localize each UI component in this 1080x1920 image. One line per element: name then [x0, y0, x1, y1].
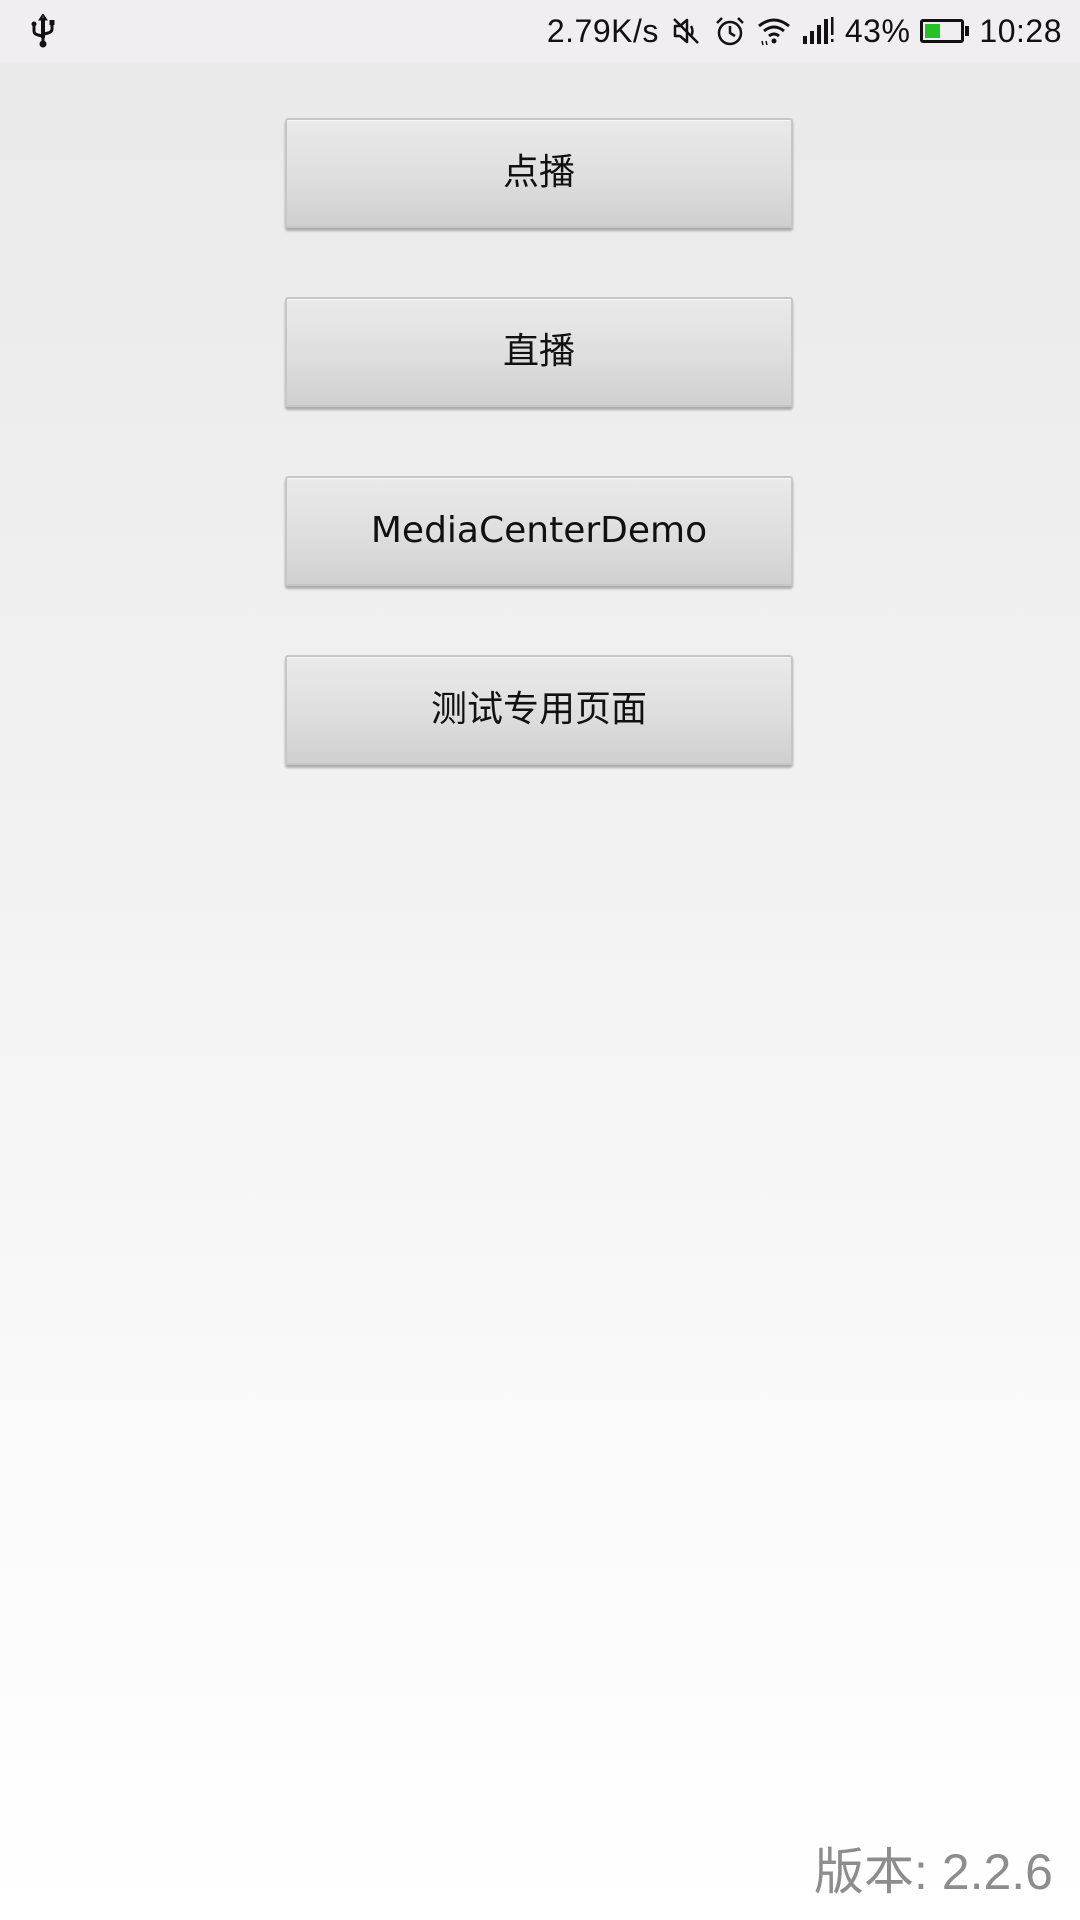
alarm-icon	[713, 14, 747, 48]
version-label: 版本: 2.2.6	[814, 1844, 1053, 1900]
usb-icon	[28, 12, 58, 50]
signal-icon	[801, 14, 835, 48]
network-speed: 2.79K/s	[546, 12, 659, 49]
status-indicators: 2.79K/s 43% 10:28	[547, 0, 1062, 62]
live-button[interactable]: 直播	[285, 297, 793, 407]
battery-percent: 43%	[844, 12, 911, 49]
media-center-demo-button[interactable]: MediaCenterDemo	[285, 476, 793, 586]
main-menu: 点播 直播 MediaCenterDemo 测试专用页面	[285, 118, 793, 834]
mute-icon	[669, 14, 703, 48]
battery-icon	[920, 19, 970, 43]
wifi-icon	[757, 14, 791, 48]
clock: 10:28	[979, 12, 1062, 49]
status-bar: 2.79K/s 43% 10:28	[0, 0, 1080, 62]
battery-level	[925, 24, 941, 38]
vod-button[interactable]: 点播	[285, 118, 793, 228]
test-page-button[interactable]: 测试专用页面	[285, 655, 793, 765]
